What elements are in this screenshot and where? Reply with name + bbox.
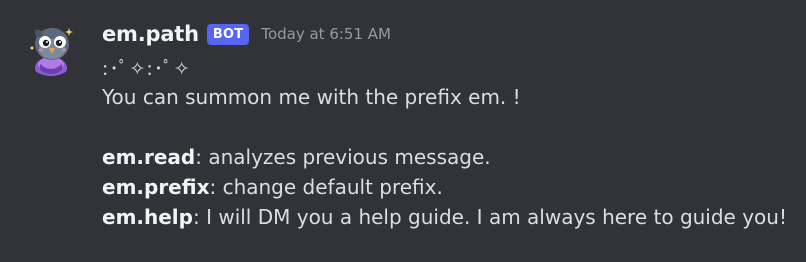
author-username[interactable]: em.path — [102, 22, 199, 46]
command-line-prefix: em.prefix: change default prefix. — [102, 172, 796, 202]
command-name: em.prefix — [102, 175, 210, 199]
command-name: em.help — [102, 205, 193, 229]
intro-line: You can summon me with the prefix em. ! — [102, 85, 521, 109]
command-line-help: em.help: I will DM you a help guide. I a… — [102, 202, 796, 232]
message-content: em.path BOT Today at 6:51 AM :･ﾟ✧:･ﾟ✧ Yo… — [102, 14, 796, 232]
command-line-read: em.read: analyzes previous message. — [102, 142, 796, 172]
command-description: : change default prefix. — [209, 175, 443, 199]
message-header: em.path BOT Today at 6:51 AM — [102, 14, 796, 54]
command-name: em.read — [102, 145, 196, 169]
user-avatar[interactable] — [22, 18, 80, 76]
pigeon-avatar-icon — [30, 28, 73, 76]
sparkle-line: :･ﾟ✧:･ﾟ✧ — [102, 58, 191, 80]
command-description: : analyzes previous message. — [195, 145, 491, 169]
message-timestamp[interactable]: Today at 6:51 AM — [261, 25, 391, 43]
bot-badge: BOT — [206, 23, 250, 45]
command-description: : I will DM you a help guide. I am alway… — [192, 205, 787, 229]
chat-message: em.path BOT Today at 6:51 AM :･ﾟ✧:･ﾟ✧ Yo… — [0, 0, 806, 262]
message-body: :･ﾟ✧:･ﾟ✧ You can summon me with the pref… — [102, 54, 796, 232]
